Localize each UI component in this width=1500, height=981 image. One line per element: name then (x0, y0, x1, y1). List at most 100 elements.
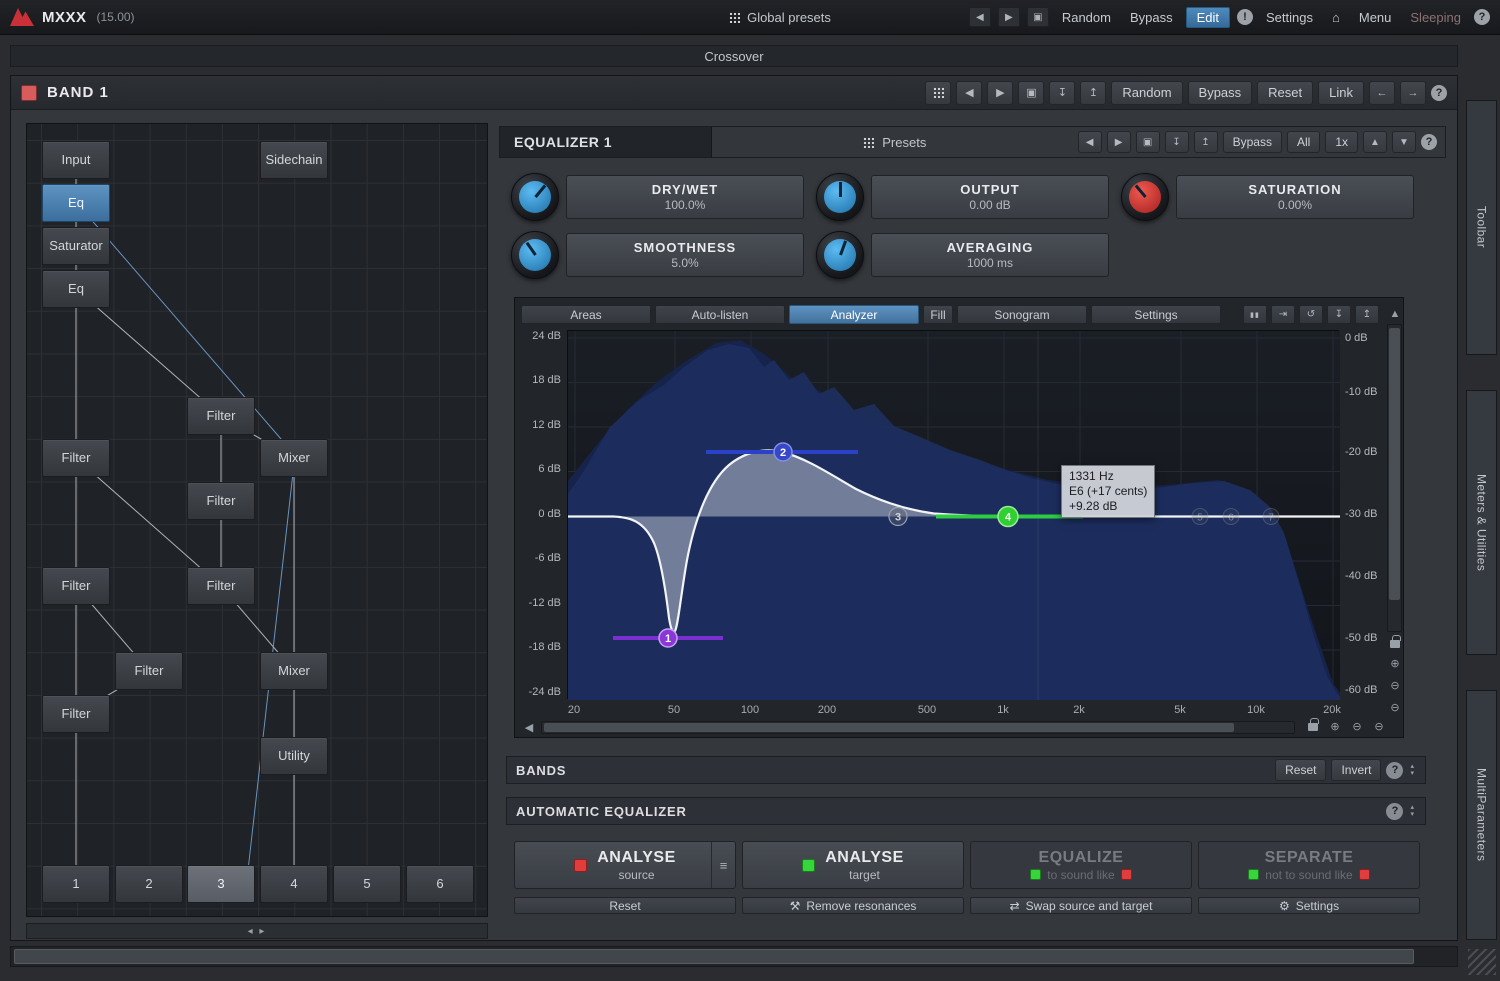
routing-node-filter-4[interactable]: Filter (42, 567, 110, 605)
eq-export-button[interactable]: ↥ (1194, 131, 1218, 153)
analyzer-button[interactable]: Analyzer (789, 305, 919, 324)
autoeq-settings-button[interactable]: ⚙ Settings (1198, 897, 1420, 914)
vzoom-in-icon[interactable]: ⊕ (1387, 656, 1403, 671)
routing-slot-6[interactable]: 6 (406, 865, 474, 903)
averaging-knob[interactable] (816, 231, 864, 279)
home-icon[interactable]: ⌂ (1326, 8, 1346, 27)
autoeq-collapse-spinner[interactable]: ▴ ▾ (1408, 804, 1416, 818)
bands-invert-button[interactable]: Invert (1331, 759, 1381, 781)
sonogram-button[interactable]: Sonogram (957, 305, 1087, 324)
equalize-button[interactable]: EQUALIZE to sound like (970, 841, 1192, 889)
routing-node-filter-1[interactable]: Filter (187, 397, 255, 435)
band-save-button[interactable]: ▣ (1018, 81, 1044, 105)
graph-hscrollbar[interactable] (541, 721, 1295, 734)
normalize-button[interactable]: ⇥ (1271, 305, 1295, 324)
routing-grid[interactable]: Input Sidechain Eq Saturator Eq Filter F… (26, 123, 488, 917)
edit-button[interactable]: Edit (1186, 7, 1230, 28)
eq-plot[interactable]: 1 2 3 4 5 (567, 330, 1339, 699)
window-hscroll-thumb[interactable] (14, 949, 1414, 964)
bands-collapse-spinner[interactable]: ▴ ▾ (1408, 763, 1416, 777)
settings-button[interactable]: Settings (1260, 8, 1319, 27)
fill-button[interactable]: Fill (923, 305, 953, 324)
routing-node-eq-2[interactable]: Eq (42, 270, 110, 308)
menu-button[interactable]: Menu (1353, 8, 1398, 27)
preset-save-button[interactable]: ▣ (1027, 7, 1049, 27)
routing-slot-4[interactable]: 4 (260, 865, 328, 903)
help-icon[interactable]: ? (1474, 9, 1490, 25)
band-marker-4[interactable]: 4 (998, 507, 1018, 527)
window-resize-grip[interactable] (1468, 949, 1496, 975)
vzoom-reset-icon[interactable]: ⊖ (1387, 700, 1403, 715)
equalizer-tab[interactable]: EQUALIZER 1 (500, 127, 712, 157)
equalizer-presets-button[interactable]: Presets (712, 127, 1078, 157)
routing-node-sidechain[interactable]: Sidechain (260, 141, 328, 179)
band-help-icon[interactable]: ? (1431, 85, 1447, 101)
sidebar-tab-toolbar[interactable]: Toolbar (1466, 100, 1497, 355)
preset-next-button[interactable]: ▶ (998, 7, 1020, 27)
crossover-bar[interactable]: Crossover (10, 45, 1458, 67)
band-import-button[interactable]: ↧ (1049, 81, 1075, 105)
remove-resonances-button[interactable]: ⚒ Remove resonances (742, 897, 964, 914)
output-panel[interactable]: OUTPUT 0.00 dB (871, 175, 1109, 219)
scroll-up-icon[interactable]: ▲ (1387, 306, 1403, 321)
band-marker-3[interactable]: 3 (889, 508, 907, 526)
bands-reset-button[interactable]: Reset (1275, 759, 1326, 781)
reset-analysis-button[interactable]: ↺ (1299, 305, 1323, 324)
eq-bypass-button[interactable]: Bypass (1223, 131, 1282, 153)
analysis-export-button[interactable]: ↥ (1355, 305, 1379, 324)
routing-node-mixer-2[interactable]: Mixer (260, 652, 328, 690)
sleeping-indicator[interactable]: Sleeping (1404, 8, 1467, 27)
eq-save-button[interactable]: ▣ (1136, 131, 1160, 153)
routing-node-filter-3[interactable]: Filter (187, 482, 255, 520)
smoothness-knob[interactable] (511, 231, 559, 279)
global-presets-button[interactable]: Global presets (660, 10, 900, 25)
band-marker-2[interactable]: 2 (774, 443, 792, 461)
band-marker-5[interactable]: 5 (1192, 509, 1208, 525)
routing-resize-handle[interactable]: ◂ ▸ (26, 923, 488, 939)
vzoom-lock-icon[interactable] (1387, 636, 1403, 651)
separate-button[interactable]: SEPARATE not to sound like (1198, 841, 1420, 889)
routing-slot-3[interactable]: 3 (187, 865, 255, 903)
eq-next-button[interactable]: ▶ (1107, 131, 1131, 153)
graph-hscroll-thumb[interactable] (544, 723, 1234, 732)
scroll-left-icon[interactable]: ◀ (521, 720, 537, 735)
zoom-lock-icon[interactable] (1305, 719, 1321, 734)
band-marker-1[interactable]: 1 (659, 629, 677, 647)
dry-wet-panel[interactable]: DRY/WET 100.0% (566, 175, 804, 219)
sidebar-tab-meters-utilities[interactable]: Meters & Utilities (1466, 390, 1497, 655)
eq-oversampling-button[interactable]: 1x (1325, 131, 1358, 153)
pause-button[interactable]: ▮▮ (1243, 305, 1267, 324)
saturation-knob[interactable] (1121, 173, 1169, 221)
routing-node-utility[interactable]: Utility (260, 737, 328, 775)
routing-node-eq-selected[interactable]: Eq (42, 184, 110, 222)
band-random-button[interactable]: Random (1111, 81, 1182, 105)
routing-slot-2[interactable]: 2 (115, 865, 183, 903)
band-marker-6[interactable]: 6 (1223, 509, 1239, 525)
band-bypass-button[interactable]: Bypass (1188, 81, 1253, 105)
swap-source-target-button[interactable]: ⇄ Swap source and target (970, 897, 1192, 914)
routing-node-filter-2[interactable]: Filter (42, 439, 110, 477)
areas-button[interactable]: Areas (521, 305, 651, 324)
analyse-source-button[interactable]: ANALYSE source ≡ (514, 841, 736, 889)
analysis-import-button[interactable]: ↧ (1327, 305, 1351, 324)
bands-help-icon[interactable]: ? (1386, 762, 1403, 779)
band-next-button[interactable]: ▶ (987, 81, 1013, 105)
analyse-target-button[interactable]: ANALYSE target (742, 841, 964, 889)
band-link-button[interactable]: Link (1318, 81, 1364, 105)
eq-collapse-button[interactable]: ▼ (1392, 131, 1416, 153)
sidebar-tab-multiparameters[interactable]: MultiParameters (1466, 690, 1497, 940)
band-reset-button[interactable]: Reset (1257, 81, 1313, 105)
band-color-swatch[interactable] (21, 85, 37, 101)
band-marker-7[interactable]: 7 (1263, 509, 1279, 525)
autoeq-reset-button[interactable]: Reset (514, 897, 736, 914)
zoom-in-icon[interactable]: ⊕ (1327, 719, 1343, 734)
zoom-out-icon[interactable]: ⊖ (1349, 719, 1365, 734)
eq-prev-button[interactable]: ◀ (1078, 131, 1102, 153)
band-presets-grid-button[interactable] (925, 81, 951, 105)
autoeq-help-icon[interactable]: ? (1386, 803, 1403, 820)
window-hscrollbar[interactable] (10, 946, 1458, 967)
routing-node-saturator[interactable]: Saturator (42, 227, 110, 265)
eq-all-button[interactable]: All (1287, 131, 1320, 153)
bypass-button[interactable]: Bypass (1124, 8, 1179, 27)
graph-vscrollbar[interactable] (1387, 324, 1402, 632)
